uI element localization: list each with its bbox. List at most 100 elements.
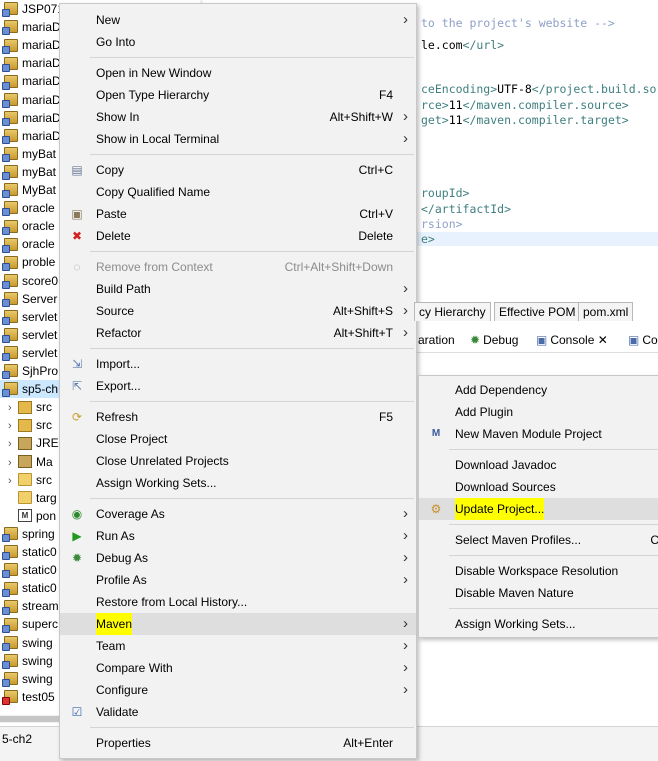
menu-item-debug-as[interactable]: ✹ Debug As ›: [60, 547, 416, 569]
menu-item-download-javadoc[interactable]: Download Javadoc: [419, 454, 658, 476]
menu-item-label: Close Project: [96, 432, 168, 446]
menu-item-update-project[interactable]: ⚙ Update Project...: [419, 498, 658, 520]
editor-tab[interactable]: pom.xml: [578, 302, 634, 321]
project-icon: [2, 38, 18, 54]
debug-icon: ✹: [470, 333, 481, 347]
code-token: UTF-8: [497, 82, 532, 96]
menu-item-new[interactable]: New ›: [60, 9, 416, 31]
menu-item-copy-qualified-name[interactable]: Copy Qualified Name: [60, 181, 416, 203]
menu-item-profile-as[interactable]: Profile As ›: [60, 569, 416, 591]
menu-item-team[interactable]: Team ›: [60, 635, 416, 657]
tree-item-label: targ: [36, 490, 57, 505]
tree-item-label: mariaD: [22, 20, 61, 35]
menu-item-shortcut: Alt+Enter: [343, 736, 393, 750]
expand-chevron-icon[interactable]: ›: [8, 472, 18, 490]
menu-item-label: Disable Maven Nature: [455, 586, 574, 600]
menu-item-maven[interactable]: Maven ›: [60, 613, 416, 635]
menu-item-show-in[interactable]: Show In Alt+Shift+W ›: [60, 106, 416, 128]
menu-item-compare-with[interactable]: Compare With ›: [60, 657, 416, 679]
menu-item-source[interactable]: Source Alt+Shift+S ›: [60, 300, 416, 322]
menu-item-label: Paste: [96, 207, 127, 221]
view-tab-label: aration: [418, 333, 455, 347]
editor-tab[interactable]: cy Hierarchy: [414, 302, 491, 321]
menu-item-paste[interactable]: ▣ Paste Ctrl+V: [60, 203, 416, 225]
menu-item-close-project[interactable]: Close Project: [60, 428, 416, 450]
menu-item-download-sources[interactable]: Download Sources: [419, 476, 658, 498]
view-tab[interactable]: ▣ Console ✕: [536, 331, 608, 349]
menu-item-open-type-hierarchy[interactable]: Open Type Hierarchy F4: [60, 84, 416, 106]
menu-item-coverage-as[interactable]: ◉ Coverage As ›: [60, 503, 416, 525]
tree-item-label: static0: [22, 563, 57, 578]
menu-item-add-plugin[interactable]: Add Plugin: [419, 401, 658, 423]
menu-item-close-unrelated-projects[interactable]: Close Unrelated Projects: [60, 450, 416, 472]
project-icon: [2, 129, 18, 145]
maven-submenu: Add Dependency Add Plugin M New Maven Modul…: [418, 375, 658, 638]
menu-item-delete[interactable]: ✖ Delete Delete: [60, 225, 416, 247]
tree-item-label: Server: [22, 291, 58, 306]
menu-item-label: Properties: [96, 736, 151, 750]
menu-separator: [449, 607, 658, 609]
project-icon: [2, 110, 18, 126]
tree-item-label: myBat: [22, 146, 57, 161]
menu-item-label: New Maven Module Project: [455, 427, 602, 441]
import-icon: ⇲: [71, 357, 83, 371]
view-tab-label: Co: [642, 333, 658, 347]
menu-item-select-maven-profiles[interactable]: Select Maven Profiles... C: [419, 529, 658, 551]
menu-item-validate[interactable]: ☑ Validate: [60, 701, 416, 723]
expand-chevron-icon[interactable]: ›: [8, 417, 18, 435]
code-token: </project.build.so: [531, 82, 657, 96]
tree-item-label: myBat: [22, 164, 57, 179]
expand-chevron-icon[interactable]: ›: [8, 399, 18, 417]
expand-chevron-icon[interactable]: ›: [8, 435, 18, 453]
view-tab[interactable]: ✹ Debug: [470, 331, 518, 349]
menu-item-label: Import...: [96, 357, 141, 371]
menu-item-import[interactable]: ⇲ Import...: [60, 353, 416, 375]
menu-item-label: Refresh: [96, 410, 139, 424]
menu-item-run-as[interactable]: ▶ Run As ›: [60, 525, 416, 547]
menu-item-assign-working-sets[interactable]: Assign Working Sets...: [419, 613, 658, 635]
tree-item-label: pon: [36, 508, 57, 523]
menu-item-configure[interactable]: Configure ›: [60, 679, 416, 701]
menu-item-shortcut: F4: [378, 88, 393, 102]
update-project-icon: ⚙: [430, 502, 442, 516]
menu-item-new-maven-module-project[interactable]: M New Maven Module Project: [419, 423, 658, 445]
menu-item-show-in-local-terminal[interactable]: Show in Local Terminal ›: [60, 128, 416, 150]
menu-item-build-path[interactable]: Build Path ›: [60, 278, 416, 300]
tree-item-label: mariaD: [22, 92, 61, 107]
menu-item-open-in-new-window[interactable]: Open in New Window: [60, 62, 416, 84]
menu-item-shortcut: Alt+Shift+T: [333, 326, 393, 340]
menu-item-copy[interactable]: ▤ Copy Ctrl+C: [60, 159, 416, 181]
tree-item-label: proble: [22, 255, 56, 270]
menu-item-assign-working-sets[interactable]: Assign Working Sets...: [60, 472, 416, 494]
menu-item-disable-maven-nature[interactable]: Disable Maven Nature: [419, 582, 658, 604]
menu-item-refresh[interactable]: ⟳ Refresh F5: [60, 406, 416, 428]
menu-item-label: Build Path: [96, 282, 151, 296]
menu-item-restore-from-local-history[interactable]: Restore from Local History...: [60, 591, 416, 613]
menu-item-go-into[interactable]: Go Into: [60, 31, 416, 53]
close-icon[interactable]: ✕: [594, 333, 608, 347]
menu-separator: [90, 347, 414, 349]
menu-item-shortcut: Ctrl+V: [359, 207, 393, 221]
view-tab[interactable]: aration: [418, 331, 455, 349]
status-selected-project: 5-ch2: [2, 732, 33, 746]
editor-tab[interactable]: Effective POM: [494, 302, 581, 321]
code-line: get>11</maven.compiler.target>: [421, 113, 629, 127]
menu-item-refactor[interactable]: Refactor Alt+Shift+T ›: [60, 322, 416, 344]
tree-item-label: src: [36, 400, 52, 415]
menu-item-label: Maven: [96, 613, 133, 635]
menu-item-disable-workspace-resolution[interactable]: Disable Workspace Resolution: [419, 560, 658, 582]
menu-item-export[interactable]: ⇱ Export...: [60, 375, 416, 397]
project-icon: [2, 147, 18, 163]
tree-item-label: mariaD: [22, 56, 61, 71]
expand-chevron-icon[interactable]: ›: [8, 454, 18, 472]
menu-item-properties[interactable]: Properties Alt+Enter: [60, 732, 416, 754]
tree-item-label: JRE: [36, 436, 59, 451]
tree-item-label: score0: [22, 273, 59, 288]
project-icon: [2, 328, 18, 344]
view-tab[interactable]: ▣ Co: [628, 331, 658, 349]
menu-item-add-dependency[interactable]: Add Dependency: [419, 379, 658, 401]
project-icon: [2, 527, 18, 543]
library-icon: [18, 454, 32, 468]
submenu-arrow-icon: ›: [403, 108, 408, 125]
code-token: 11: [448, 113, 463, 127]
